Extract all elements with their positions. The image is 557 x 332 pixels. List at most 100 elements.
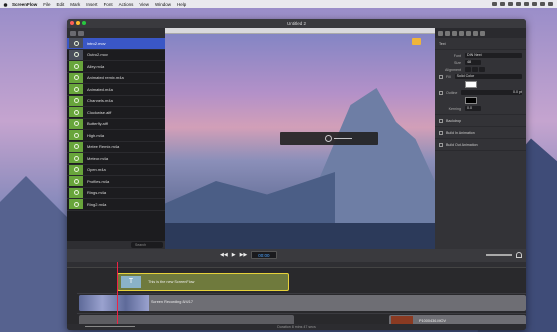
font-label: Font <box>453 53 461 58</box>
preview-canvas[interactable] <box>165 28 435 249</box>
media-item-label: Animated remix.m4a <box>87 75 124 81</box>
timeline-zoom-slider[interactable] <box>85 326 135 327</box>
menu-app[interactable]: ScreenFlow <box>12 2 37 7</box>
media-item[interactable]: Outro2.mov <box>67 49 165 61</box>
audio-thumb-icon <box>69 84 83 95</box>
menu-edit[interactable]: Edit <box>57 2 65 7</box>
audio-thumb-icon <box>69 153 83 164</box>
audio-props-icon[interactable] <box>445 30 450 36</box>
add-media-icon[interactable] <box>70 30 76 36</box>
menu-view[interactable]: View <box>139 2 149 7</box>
status-icons <box>492 2 557 6</box>
close-button[interactable] <box>70 21 74 25</box>
duration-text: Duration 8 mins 47 secs <box>277 325 316 329</box>
text-clip-icon: T <box>121 276 141 288</box>
media-item[interactable]: intro2.mov <box>67 38 165 50</box>
build-in-checkbox[interactable] <box>439 130 443 135</box>
media-item[interactable]: Meteor.m4a <box>67 153 165 165</box>
text-clip[interactable]: T This is the new ScreenFlow <box>117 273 289 291</box>
audio-thumb-icon <box>69 130 83 141</box>
screenflow-window: Untitled 2 intro2.mov Outro2.mov Alley.m4a… <box>67 19 526 330</box>
media-item-label: Butterfly.aiff <box>87 121 108 127</box>
media-item-label: Channels.m4a <box>87 98 113 104</box>
align-right-button[interactable] <box>479 67 485 72</box>
volume-slider[interactable] <box>486 254 512 256</box>
media-search-input[interactable]: Search <box>131 242 163 248</box>
menu-window[interactable]: Window <box>155 2 171 7</box>
touch-props-icon[interactable] <box>466 30 471 36</box>
timeline-ruler[interactable] <box>67 262 526 268</box>
video-thumb-icon <box>69 38 83 49</box>
font-select[interactable]: DIN Next <box>465 53 522 58</box>
note-icon[interactable] <box>412 38 421 45</box>
outline-checkbox[interactable] <box>439 90 443 95</box>
status-icon[interactable] <box>508 2 513 6</box>
build-out-checkbox[interactable] <box>439 142 443 147</box>
outline-input[interactable]: 0.0 pt <box>461 90 522 95</box>
backdrop-checkbox[interactable] <box>439 118 443 123</box>
status-icon[interactable] <box>532 2 537 6</box>
status-icon[interactable] <box>516 2 521 6</box>
properties-tabs <box>435 28 526 38</box>
media-item[interactable]: Animated.m4a <box>67 84 165 96</box>
props-section-title: Text <box>439 41 446 46</box>
media-item[interactable]: Open.m4a <box>67 164 165 176</box>
play-button[interactable]: ▶ <box>232 252 236 258</box>
fill-color-swatch[interactable] <box>465 81 477 88</box>
annotation-props-icon[interactable] <box>473 30 478 36</box>
outline-color-swatch[interactable] <box>465 97 477 104</box>
media-item[interactable]: Channels.m4a <box>67 95 165 107</box>
fast-forward-button[interactable]: ▶▶ <box>240 252 248 258</box>
media-item-label: Animated.m4a <box>87 86 113 92</box>
media-item[interactable]: Alley.m4a <box>67 61 165 73</box>
media-item-label: Rings.m4a <box>87 190 107 196</box>
align-center-button[interactable] <box>472 67 478 72</box>
text-overlay-clip[interactable] <box>280 132 378 145</box>
media-item[interactable]: Clockwise.aiff <box>67 107 165 119</box>
screen-recording-clip[interactable]: Screen Recording 8/4/17 <box>79 295 526 311</box>
status-icon[interactable] <box>548 2 553 6</box>
media-item[interactable]: Butterfly.aiff <box>67 118 165 130</box>
text-props-icon[interactable] <box>480 30 485 36</box>
headphones-icon[interactable] <box>516 252 522 258</box>
screen-props-icon[interactable] <box>452 30 457 36</box>
status-bar: Duration 8 mins 47 secs <box>67 324 526 330</box>
media-item[interactable]: Melee Remix.m4a <box>67 141 165 153</box>
align-left-button[interactable] <box>465 67 471 72</box>
zoom-button[interactable] <box>82 21 86 25</box>
audio-thumb-icon <box>69 199 83 210</box>
kerning-input[interactable]: 0.0 <box>465 106 481 111</box>
list-view-icon[interactable] <box>78 30 84 36</box>
media-item[interactable]: High.m4a <box>67 130 165 142</box>
video-props-icon[interactable] <box>438 30 443 36</box>
menu-font[interactable]: Font <box>104 2 113 7</box>
status-icon[interactable] <box>500 2 505 6</box>
minimize-button[interactable] <box>76 21 80 25</box>
media-item[interactable]: Rings.m4a <box>67 187 165 199</box>
apple-icon[interactable] <box>3 2 8 7</box>
build-in-label: Build In Animation <box>446 130 475 135</box>
fill-select[interactable]: Solid Color <box>454 74 522 79</box>
timeline[interactable]: T This is the new ScreenFlow Screen Reco… <box>67 262 526 330</box>
media-item[interactable]: Profiles.m4a <box>67 176 165 188</box>
title-bar: Untitled 2 <box>67 19 526 28</box>
media-item-label: Alley.m4a <box>87 63 105 69</box>
menu-help[interactable]: Help <box>177 2 186 7</box>
menu-mark[interactable]: Mark <box>70 2 80 7</box>
track-divider <box>77 313 526 314</box>
status-icon[interactable] <box>524 2 529 6</box>
fill-checkbox[interactable] <box>439 74 443 79</box>
media-item-label: Open.m4a <box>87 167 106 173</box>
status-icon[interactable] <box>540 2 545 6</box>
rewind-button[interactable]: ◀◀ <box>220 252 228 258</box>
menu-insert[interactable]: Insert <box>86 2 97 7</box>
size-input[interactable]: 48 <box>465 60 481 65</box>
callout-props-icon[interactable] <box>459 30 464 36</box>
status-icon[interactable] <box>492 2 497 6</box>
media-item[interactable]: Animated remix.m4a <box>67 72 165 84</box>
menu-file[interactable]: File <box>43 2 50 7</box>
playhead[interactable] <box>117 262 118 326</box>
audio-thumb-icon <box>69 72 83 83</box>
menu-actions[interactable]: Actions <box>119 2 134 7</box>
media-item[interactable]: Ring2.m4a <box>67 199 165 211</box>
